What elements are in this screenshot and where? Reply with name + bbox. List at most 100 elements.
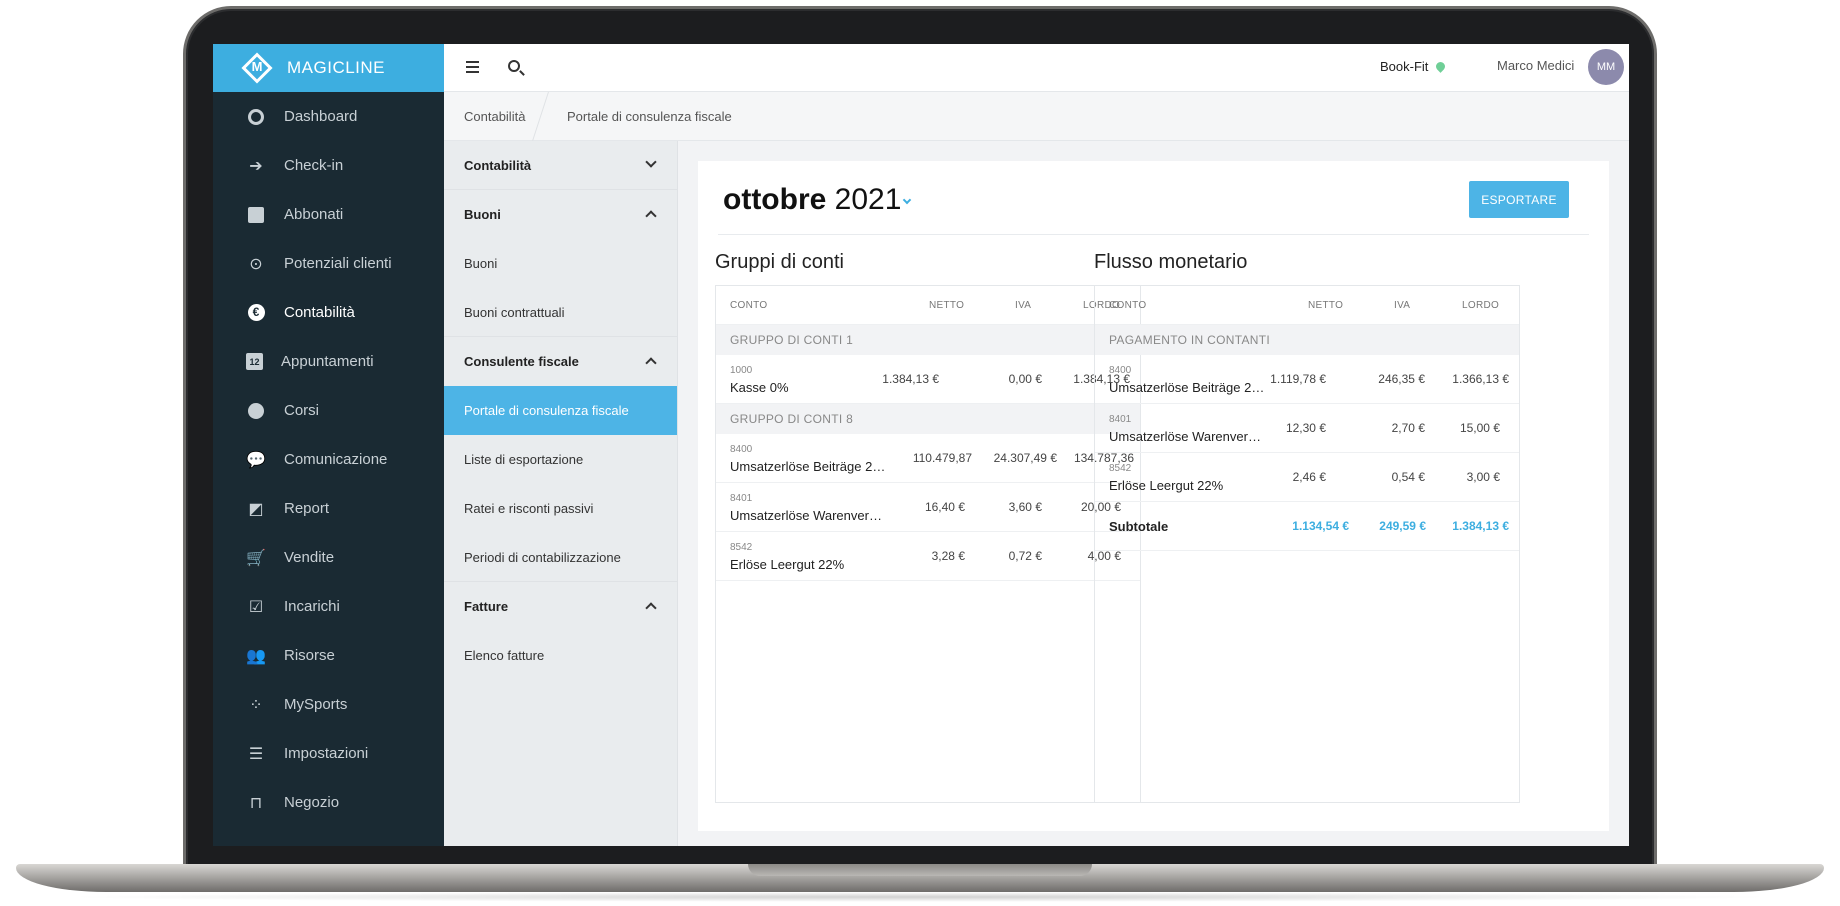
subnav-section-title: Fatture [464,599,509,614]
account-name: Erlöse Leergut 22% [1109,478,1224,493]
column-header-account: CONTO [730,300,768,311]
net-value: 2,46 € [1292,470,1326,484]
table-row[interactable]: 8401 Umsatzerlöse Warenver… 12,30 € 2,70… [1095,404,1519,453]
net-value: 1.119,78 € [1270,372,1326,386]
sidebar-item-check-in[interactable]: ➔ Check-in [213,141,444,190]
table-row[interactable]: 8542 Erlöse Leergut 22% 2,46 € 0,54 € 3,… [1095,453,1519,502]
account-code: 8542 [1109,463,1132,474]
sidebar-item-potenziali-clienti[interactable]: ⊙ Potenziali clienti [213,239,444,288]
account-code: 8400 [730,444,753,455]
sidebar-item-risorse[interactable]: 👥 Risorse [213,631,444,680]
table-row[interactable]: 8400 Umsatzerlöse Beiträge 2… 110.479,87… [716,434,1140,483]
sidebar-item-label: Contabilità [284,304,355,321]
sidebar-item-vendite[interactable]: 🛒 Vendite [213,533,444,582]
sidebar-item-appuntamenti[interactable]: 12 Appuntamenti [213,337,444,386]
studio-selector[interactable]: Book-Fit [1380,59,1448,74]
gross-value: 3,00 € [1466,470,1500,484]
laptop-notch [748,864,1092,876]
user-name[interactable]: Marco Medici [1497,58,1574,73]
calendar-icon: 12 [246,353,263,370]
main-content: ottobre 2021 ESPORTARE Gruppi di conti C… [698,161,1609,831]
account-code: 8542 [730,542,753,553]
group-header: GRUPPO DI CONTI 8 [716,404,1140,434]
group-header: PAGAMENTO IN CONTANTI [1095,325,1519,355]
vat-value: 3,60 € [1008,500,1042,514]
sidebar-item-corsi[interactable]: Corsi [213,386,444,435]
table-row[interactable]: 8401 Umsatzerlöse Warenver… 16,40 € 3,60… [716,483,1140,532]
chat-icon: 💬 [246,451,266,469]
subnav-item-portale-consulenza-fiscale[interactable]: Portale di consulenza fiscale [444,386,677,435]
export-button[interactable]: ESPORTARE [1469,181,1569,218]
subnav-item-buoni[interactable]: Buoni [444,239,677,288]
brand-header[interactable]: M MAGICLINE [213,44,444,92]
account-groups-panel: Gruppi di conti CONTO NETTO IVA LORDO GR… [715,251,1141,803]
hamburger-menu-icon[interactable] [466,61,479,73]
subnav-section-consulente-fiscale[interactable]: Consulente fiscale [444,337,677,386]
sidebar-item-comunicazione[interactable]: 💬 Comunicazione [213,435,444,484]
subnav-section-fatture[interactable]: Fatture [444,582,677,631]
vat-value: 0,54 € [1391,470,1425,484]
vat-value: 2,70 € [1391,421,1425,435]
net-value: 12,30 € [1285,421,1326,435]
sidebar-item-impostazioni[interactable]: ☰ Impostazioni [213,729,444,778]
sidebar-item-contabilita[interactable]: € Contabilità [213,288,444,337]
column-header-gross: LORDO [1462,300,1500,311]
subnav-item-periodi-contabilizzazione[interactable]: Periodi di contabilizzazione [444,533,677,582]
group-header: GRUPPO DI CONTI 1 [716,325,1140,355]
magicline-logo-icon: M [241,52,273,84]
vat-value: 0,72 € [1008,549,1042,563]
stopwatch-icon [246,401,266,421]
location-pin-icon [1434,60,1448,73]
table-row[interactable]: 8400 Umsatzerlöse Beiträge 2… 1.119,78 €… [1095,355,1519,404]
sidebar-item-label: MySports [284,696,348,713]
sidebar-item-mysports[interactable]: ⁘ MySports [213,680,444,729]
table-row[interactable]: 1000 Kasse 0% 1.384,13 € 0,00 € 1.384,13… [716,355,1140,404]
subnav-item-buoni-contrattuali[interactable]: Buoni contrattuali [444,288,677,337]
chart-icon: ◩ [248,500,264,518]
account-code: 8401 [1109,414,1132,425]
sidebar-item-negozio[interactable]: ⊓ Negozio [213,778,444,827]
subtotal-vat: 249,59 € [1379,519,1426,533]
column-header-vat: IVA [1015,300,1032,311]
sidebar-item-label: Corsi [284,402,320,419]
sidebar-item-label: Risorse [284,647,335,664]
breadcrumb-item-contabilita[interactable]: Contabilità [464,109,525,124]
search-icon[interactable] [508,60,520,72]
account-code: 8400 [1109,365,1132,376]
sidebar-item-report[interactable]: ◩ Report [213,484,444,533]
panel-title: Flusso monetario [1094,251,1248,273]
people-icon: 👥 [246,647,266,665]
account-groups-table: CONTO NETTO IVA LORDO GRUPPO DI CONTI 1 … [715,285,1141,803]
sidebar-item-label: Comunicazione [284,451,388,468]
table-row[interactable]: 8542 Erlöse Leergut 22% 3,28 € 0,72 € 4,… [716,532,1140,581]
sidebar-item-label: Impostazioni [284,745,369,762]
column-header-vat: IVA [1394,300,1411,311]
sliders-icon: ☰ [248,745,264,763]
sidebar-item-label: Potenziali clienti [284,255,392,272]
period-selector[interactable]: ottobre 2021 [723,183,901,217]
cash-flow-table: CONTO NETTO IVA LORDO PAGAMENTO IN CONTA… [1094,285,1520,803]
sidebar-item-abbonati[interactable]: Abbonati [213,190,444,239]
net-value: 3,28 € [931,549,965,563]
chevron-down-icon[interactable] [902,195,912,205]
account-name: Umsatzerlöse Warenver… [730,508,882,523]
sidebar-item-dashboard[interactable]: Dashboard [213,92,444,141]
column-header-account: CONTO [1109,300,1147,311]
sidebar-item-label: Dashboard [284,108,358,125]
breadcrumb: Contabilità Portale di consulenza fiscal… [444,92,1629,141]
subnav-section-buoni[interactable]: Buoni [444,190,677,239]
sidebar-item-label: Check-in [284,157,344,174]
subnav-item-ratei-risconti[interactable]: Ratei e risconti passivi [444,484,677,533]
subnav-item-elenco-fatture[interactable]: Elenco fatture [444,631,677,680]
subnav-section-contabilita[interactable]: Contabilità [444,141,677,190]
avatar[interactable]: MM [1588,49,1624,85]
brand-name: MAGICLINE [287,58,386,77]
period-month: ottobre [723,183,827,216]
top-bar: Book-Fit Marco Medici MM [444,44,1629,92]
sub-navigation: Contabilità Buoni Buoni Buoni contrattua… [444,141,678,846]
subnav-item-liste-esportazione[interactable]: Liste di esportazione [444,435,677,484]
column-header-net: NETTO [929,300,965,311]
sidebar-item-incarichi[interactable]: ☑ Incarichi [213,582,444,631]
net-value: 16,40 € [924,500,965,514]
column-header-net: NETTO [1308,300,1344,311]
